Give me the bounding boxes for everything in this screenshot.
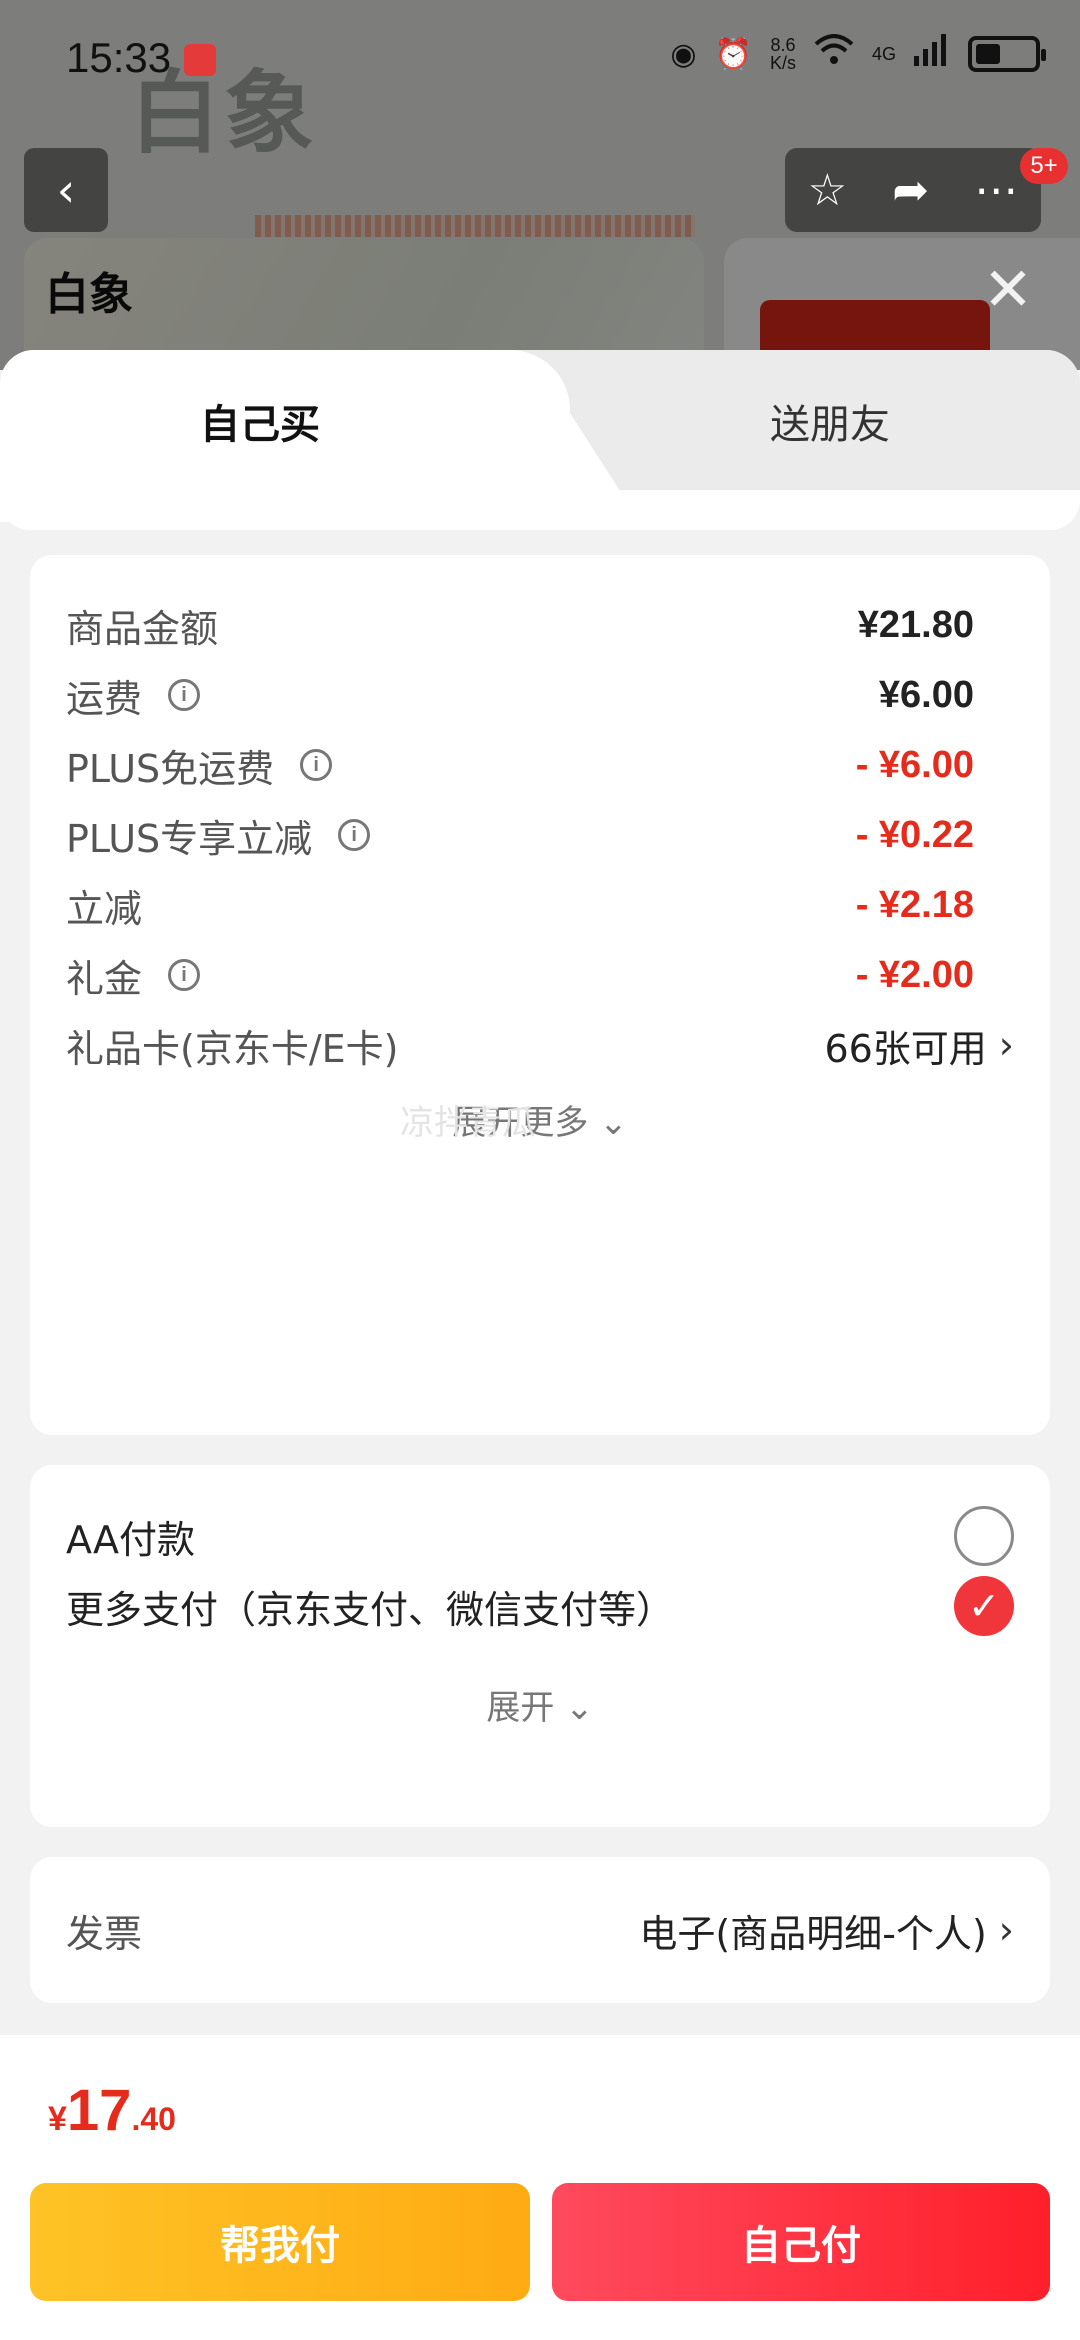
price-row: 礼金 i - ¥2.00 — [66, 945, 1014, 1005]
network-type: 4G — [871, 44, 896, 64]
tab-buy-myself[interactable]: 自己买 — [0, 392, 520, 450]
payment-card: AA付款 更多支付（京东支付、微信支付等） ✓ 展开 ⌄ — [30, 1465, 1050, 1827]
price-row: 立减 - ¥2.18 — [66, 875, 1014, 935]
price-row-value: - ¥6.00 — [855, 743, 974, 786]
price-row-value: ¥21.80 — [857, 603, 974, 646]
alarm-icon: ⏰ — [714, 36, 752, 72]
invoice-card[interactable]: 发票 电子(商品明细-个人) › — [30, 1857, 1050, 2003]
tab-bar: 自己买 送朋友 — [0, 350, 1080, 522]
eye-icon: ◉ — [670, 36, 697, 72]
info-icon[interactable]: i — [300, 749, 333, 781]
message-badge: 5+ — [1020, 148, 1068, 184]
battery-icon — [968, 36, 1046, 72]
expand-payment-label: 展开 — [486, 1688, 555, 1728]
price-row: 运费 i ¥6.00 — [66, 665, 1014, 725]
price-row: PLUS免运费 i - ¥6.00 — [66, 735, 1014, 795]
price-row-value: - ¥2.18 — [855, 883, 974, 926]
star-icon[interactable]: ☆ — [808, 165, 847, 216]
info-icon[interactable]: i — [338, 819, 371, 851]
payment-option-aa[interactable]: AA付款 — [66, 1501, 1014, 1571]
price-row-label: PLUS专享立减 — [66, 816, 313, 861]
net-speed-value: 8.6 — [770, 35, 796, 55]
price-row-label: 立减 — [66, 886, 143, 931]
invoice-value: 电子(商品明细-个人) — [639, 1911, 987, 1956]
app-notification-icon — [184, 44, 216, 76]
price-row-value: - ¥2.00 — [855, 953, 974, 996]
more-icon[interactable]: ⋯ — [974, 165, 1018, 216]
back-button[interactable]: ‹ — [24, 148, 108, 232]
invoice-row[interactable]: 发票 电子(商品明细-个人) › — [66, 1900, 1014, 1960]
radio-button[interactable] — [954, 1506, 1014, 1566]
price-row-value: ¥6.00 — [878, 673, 974, 716]
help-pay-button[interactable]: 帮我付 — [30, 2183, 530, 2301]
expand-payment-button[interactable]: 展开 ⌄ — [30, 1680, 1050, 1729]
total-currency: ¥ — [48, 2100, 67, 2138]
info-icon[interactable]: i — [168, 679, 201, 711]
payment-option-label: AA付款 — [66, 1517, 196, 1562]
chevron-right-icon: › — [998, 1908, 1014, 1952]
invoice-label: 发票 — [66, 1911, 143, 1956]
tab-underlay — [0, 490, 1080, 530]
nav-actions: ☆ ➦ ⋯ — [785, 148, 1041, 232]
bottom-bar: ¥17.40 帮我付 自己付 — [0, 2035, 1080, 2340]
chevron-down-icon: ⌄ — [565, 1688, 594, 1728]
price-row: 商品金额 ¥21.80 — [66, 595, 1014, 655]
total-integer: 17 — [66, 2078, 132, 2143]
self-pay-button[interactable]: 自己付 — [552, 2183, 1050, 2301]
payment-option-more[interactable]: 更多支付（京东支付、微信支付等） ✓ — [66, 1571, 1014, 1641]
total-decimal: .40 — [131, 2101, 176, 2137]
status-time: 15:33 — [66, 34, 172, 81]
payment-option-label: 更多支付（京东支付、微信支付等） — [66, 1587, 675, 1632]
user-watermark: 凉拌青瓜 — [400, 1103, 536, 1143]
price-row: PLUS专享立减 i - ¥0.22 — [66, 805, 1014, 865]
price-row-value: - ¥0.22 — [855, 813, 974, 856]
price-detail-card: 商品金额 ¥21.80 运费 i ¥6.00 PLUS免运费 i - ¥6.00 P… — [30, 555, 1050, 1435]
price-row-label: 礼金 — [66, 956, 143, 1001]
signal-icon — [914, 34, 950, 74]
total-price: ¥17.40 — [48, 2077, 176, 2144]
wifi-icon — [814, 34, 854, 74]
tab-send-friend[interactable]: 送朋友 — [580, 392, 1080, 450]
gift-card-value: 66张可用 — [824, 1026, 987, 1071]
expand-more-button[interactable]: 展开更多 ⌄ — [30, 1095, 1050, 1144]
status-bar: 15:33 ◉ ⏰ 8.6 K/s 4G — [0, 0, 1080, 120]
gift-card-label: 礼品卡(京东卡/E卡) — [66, 1026, 399, 1071]
chevron-down-icon: ⌄ — [599, 1103, 628, 1143]
share-icon[interactable]: ➦ — [892, 165, 929, 216]
price-row-label: 商品金额 — [66, 606, 219, 651]
gift-card-row[interactable]: 礼品卡(京东卡/E卡) 66张可用 › — [66, 1015, 1014, 1075]
net-speed-unit: K/s — [769, 53, 796, 73]
checkout-sheet: 自己买 送朋友 商品金额 ¥21.80 运费 i ¥6.00 PLUS免运费 i -… — [0, 350, 1080, 2340]
chevron-right-icon: › — [998, 1023, 1014, 1067]
status-icons: ◉ ⏰ 8.6 K/s 4G — [670, 34, 1046, 74]
checkmark-icon[interactable]: ✓ — [954, 1576, 1014, 1636]
info-icon[interactable]: i — [168, 959, 201, 991]
price-row-label: PLUS免运费 — [66, 746, 275, 791]
close-icon[interactable]: ✕ — [980, 260, 1036, 320]
price-row-label: 运费 — [66, 676, 143, 721]
net-speed: 8.6 K/s — [770, 36, 796, 72]
